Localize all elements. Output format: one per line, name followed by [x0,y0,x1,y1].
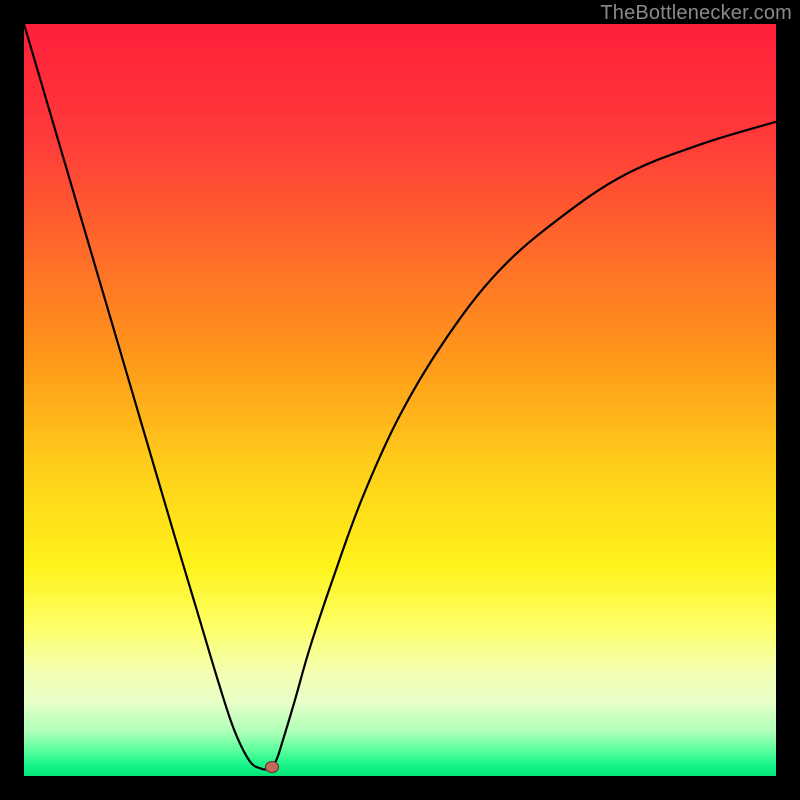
bottleneck-curve [24,24,776,776]
watermark-text: TheBottlenecker.com [600,2,792,25]
chart-frame: TheBottlenecker.com [0,0,800,800]
optimum-marker [265,761,279,773]
plot-area [24,24,776,776]
